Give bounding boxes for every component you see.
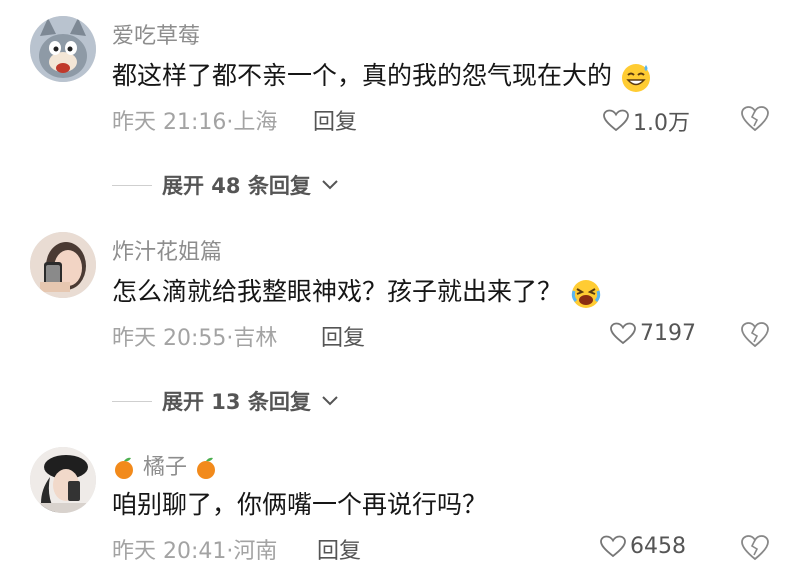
- comment-item: 橘子 咱别聊了，你俩嘴一个再说行吗？ 昨天 20:41·河南 回复 6458: [0, 0, 800, 574]
- heart-outline-icon: [600, 535, 626, 557]
- username-text: 橘子: [143, 455, 188, 480]
- comment-text: 咱别聊了，你俩嘴一个再说行吗？: [112, 490, 488, 519]
- tangerine-icon: [197, 457, 216, 479]
- comment-time-location: 昨天 20:41·河南: [112, 539, 278, 564]
- broken-heart-icon[interactable]: [740, 533, 770, 563]
- like-count: 6458: [630, 534, 686, 559]
- reply-button[interactable]: 回复: [317, 533, 361, 565]
- tangerine-icon: [115, 457, 133, 479]
- person-bucket-hat-avatar-icon: [30, 447, 96, 513]
- like-button[interactable]: 6458: [600, 534, 686, 559]
- username[interactable]: 橘子: [112, 449, 218, 481]
- avatar[interactable]: [30, 447, 96, 513]
